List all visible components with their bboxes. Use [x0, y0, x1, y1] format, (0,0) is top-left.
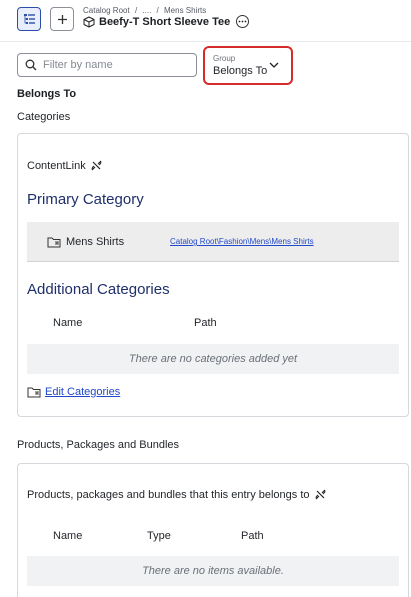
content-link-row: ContentLink: [27, 159, 103, 172]
products-description-row: Products, packages and bundles that this…: [27, 488, 327, 501]
title-row: Beefy-T Short Sleeve Tee: [83, 15, 250, 28]
top-bar: Catalog Root / .... / Mens Shirts Beefy-…: [0, 0, 411, 38]
products-card: Products, packages and bundles that this…: [17, 463, 409, 597]
filter-input[interactable]: [43, 59, 183, 71]
column-header-path: Path: [194, 317, 217, 329]
column-header-type: Type: [147, 530, 171, 542]
products-heading: Products, Packages and Bundles: [17, 439, 180, 451]
column-header-name: Name: [53, 530, 83, 542]
category-folder-icon: [27, 387, 41, 398]
edit-categories-link[interactable]: Edit Categories: [27, 386, 120, 398]
breadcrumb: Catalog Root / .... / Mens Shirts: [83, 6, 209, 15]
categories-card: ContentLink Primary Category Mens Shirts…: [17, 133, 409, 417]
primary-category-path-link[interactable]: Catalog Root\Fashion\Mens\Mens Shirts: [170, 237, 314, 246]
filter-box[interactable]: [17, 53, 197, 77]
breadcrumb-separator: /: [156, 6, 159, 15]
plus-icon: [57, 14, 67, 24]
breadcrumb-ellipsis[interactable]: ....: [142, 6, 151, 15]
primary-category-name: Mens Shirts: [66, 235, 125, 248]
broken-link-icon[interactable]: [90, 159, 103, 172]
product-box-icon: [83, 16, 95, 27]
ellipsis-icon: [238, 20, 247, 23]
search-icon: [25, 59, 37, 71]
tree-view-button[interactable]: [17, 7, 41, 31]
categories-empty-message: There are no categories added yet: [27, 344, 399, 374]
categories-heading: Categories: [17, 111, 71, 123]
products-description: Products, packages and bundles that this…: [27, 488, 310, 501]
broken-link-icon[interactable]: [314, 488, 327, 501]
breadcrumb-mens-shirts[interactable]: Mens Shirts: [164, 6, 206, 15]
column-header-path: Path: [241, 530, 264, 542]
products-empty-message: There are no items available.: [27, 556, 399, 586]
add-button[interactable]: [50, 7, 74, 31]
more-options-button[interactable]: [236, 15, 250, 28]
section-title: Belongs To: [17, 88, 77, 100]
page-title: Beefy-T Short Sleeve Tee: [99, 15, 231, 28]
content-link-label: ContentLink: [27, 159, 86, 172]
column-header-name: Name: [53, 317, 83, 329]
breadcrumb-separator: /: [134, 6, 138, 15]
tree-list-icon: [23, 14, 35, 24]
additional-categories-heading: Additional Categories: [27, 281, 170, 298]
primary-category-row: Mens Shirts Catalog Root\Fashion\Mens\Me…: [27, 222, 399, 262]
chevron-down-icon: [269, 62, 279, 68]
header-divider: [0, 41, 411, 42]
group-select[interactable]: Group Belongs To: [203, 46, 293, 85]
group-select-label: Group: [213, 54, 236, 63]
group-select-value: Belongs To: [213, 65, 268, 77]
breadcrumb-catalog-root[interactable]: Catalog Root: [83, 6, 130, 15]
primary-category-heading: Primary Category: [27, 191, 144, 208]
category-folder-icon: [47, 237, 61, 247]
edit-categories-label[interactable]: Edit Categories: [45, 386, 120, 398]
